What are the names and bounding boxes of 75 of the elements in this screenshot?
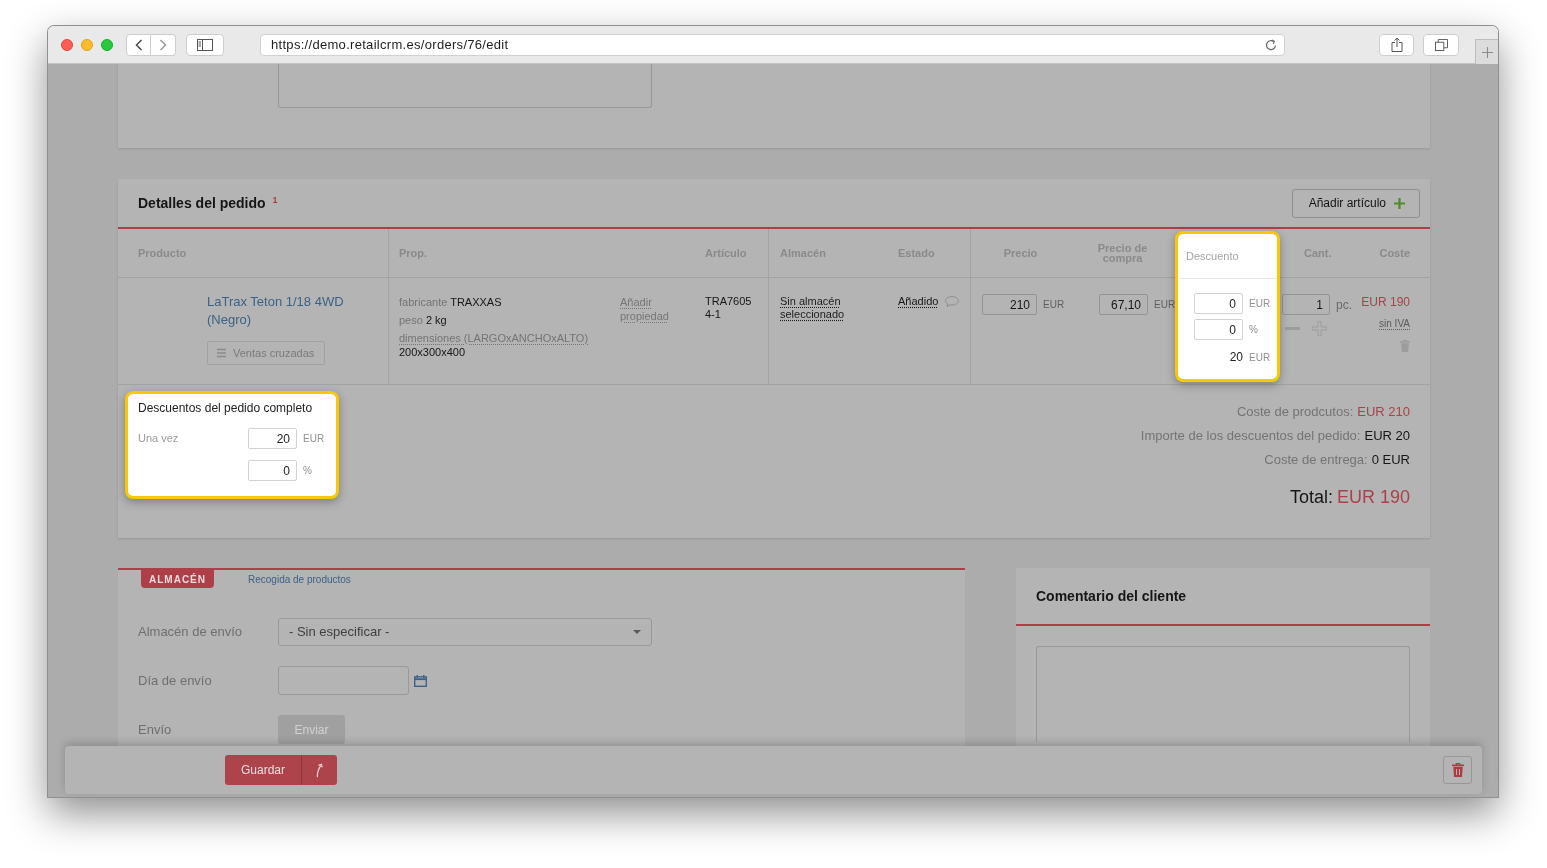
- trash-icon[interactable]: [1400, 340, 1410, 352]
- unit-label: EUR: [1249, 350, 1271, 365]
- reload-icon[interactable]: [1265, 38, 1277, 51]
- status-link[interactable]: Añadido: [898, 295, 939, 308]
- trash-icon: [1451, 763, 1464, 777]
- total-amount: EUR 190: [1336, 486, 1410, 509]
- total-value: EUR 210: [1357, 403, 1410, 421]
- unit-label: pc.: [1336, 296, 1352, 314]
- quantity-field[interactable]: 1: [1282, 294, 1330, 315]
- chevron-right-icon: [159, 38, 167, 51]
- article-number: TRA7605 4-1: [705, 295, 753, 321]
- maximize-icon[interactable]: [101, 38, 113, 51]
- discount-total: 20: [1228, 349, 1243, 366]
- save-options-button[interactable]: [301, 755, 337, 785]
- property-label: dimensiones (LARGOxANCHOxALTO): [399, 332, 589, 344]
- sidebar-button[interactable]: [186, 33, 224, 56]
- unit-label: %: [303, 464, 312, 478]
- discount-amount-field[interactable]: 0: [1194, 293, 1243, 314]
- unit-label: EUR: [1249, 297, 1271, 311]
- share-button[interactable]: [1379, 33, 1414, 56]
- total-label: Coste de entrega:: [1264, 451, 1368, 469]
- total-value: EUR 20: [1364, 427, 1410, 445]
- list-icon: [217, 348, 226, 358]
- select-field[interactable]: - Sin especificar -: [278, 618, 652, 646]
- column-header: Descuento: [1186, 248, 1239, 264]
- tab[interactable]: ALMACÉN: [141, 570, 214, 588]
- plus-icon: [1481, 46, 1493, 58]
- save-button[interactable]: Guardar: [225, 755, 301, 785]
- text-area[interactable]: [278, 64, 652, 108]
- item-cost: EUR 190: [1361, 295, 1410, 309]
- property-label: fabricante: [399, 296, 448, 308]
- unit-label: EUR: [303, 432, 325, 446]
- comment-icon[interactable]: [945, 296, 960, 307]
- price-field[interactable]: 210: [982, 294, 1037, 315]
- share-icon: [1390, 37, 1403, 52]
- unit-label: EUR: [1043, 298, 1065, 312]
- unit-label: %: [1249, 323, 1258, 337]
- total-label: Total:: [1289, 486, 1333, 509]
- new-tab-button[interactable]: [1475, 39, 1498, 64]
- sidebar-icon: [197, 38, 213, 51]
- total-label: Coste de prodcutos:: [1236, 403, 1354, 421]
- chevron-left-icon: [134, 38, 143, 51]
- discount-percent-field[interactable]: 0: [1194, 319, 1243, 340]
- property-value: 2 kg: [425, 314, 447, 326]
- caret-down-icon: [633, 630, 641, 634]
- warehouse-link[interactable]: Sin almacén seleccionado: [780, 295, 852, 321]
- tabs-button[interactable]: [1423, 33, 1459, 56]
- field-label: Día de envío: [138, 671, 213, 690]
- back-button[interactable]: [126, 33, 151, 56]
- field-label: Una vez: [138, 431, 180, 447]
- vat-note: sin IVA: [1379, 318, 1410, 329]
- property-value: TRAXXAS: [450, 296, 502, 308]
- plus-icon: [1394, 197, 1405, 209]
- calendar-icon[interactable]: [414, 674, 427, 687]
- add-item-button[interactable]: Añadir artículo: [1291, 188, 1420, 218]
- address-bar[interactable]: https://demo.retailcrm.es/orders/76/edit: [260, 33, 1285, 56]
- section-title: Detalles del pedido $^{1}$: [138, 193, 278, 213]
- total-value: 0 EUR: [1371, 451, 1410, 469]
- property-value: 200x300x400: [399, 346, 466, 358]
- minimize-icon[interactable]: [81, 38, 93, 51]
- date-field[interactable]: [278, 666, 409, 695]
- unit-label: EUR: [1154, 298, 1176, 312]
- field-label: Almacén de envío: [138, 623, 244, 642]
- arrow-up-icon: [315, 762, 324, 778]
- total-label: Importe de los descuentos del pedido:: [1140, 427, 1361, 445]
- section-title: Comentario del cliente: [1036, 586, 1187, 606]
- purchase-price-field[interactable]: 67,10: [1099, 294, 1148, 315]
- panel-title: Descuentos del pedido completo: [138, 400, 314, 416]
- close-icon[interactable]: [61, 38, 73, 51]
- tabs-icon: [1434, 38, 1448, 51]
- discount-amount-field[interactable]: 20: [248, 428, 297, 449]
- delete-button[interactable]: [1443, 756, 1472, 784]
- property-label: peso: [399, 314, 423, 326]
- field-label: Envío: [138, 720, 173, 739]
- discount-percent-field[interactable]: 0: [248, 460, 297, 481]
